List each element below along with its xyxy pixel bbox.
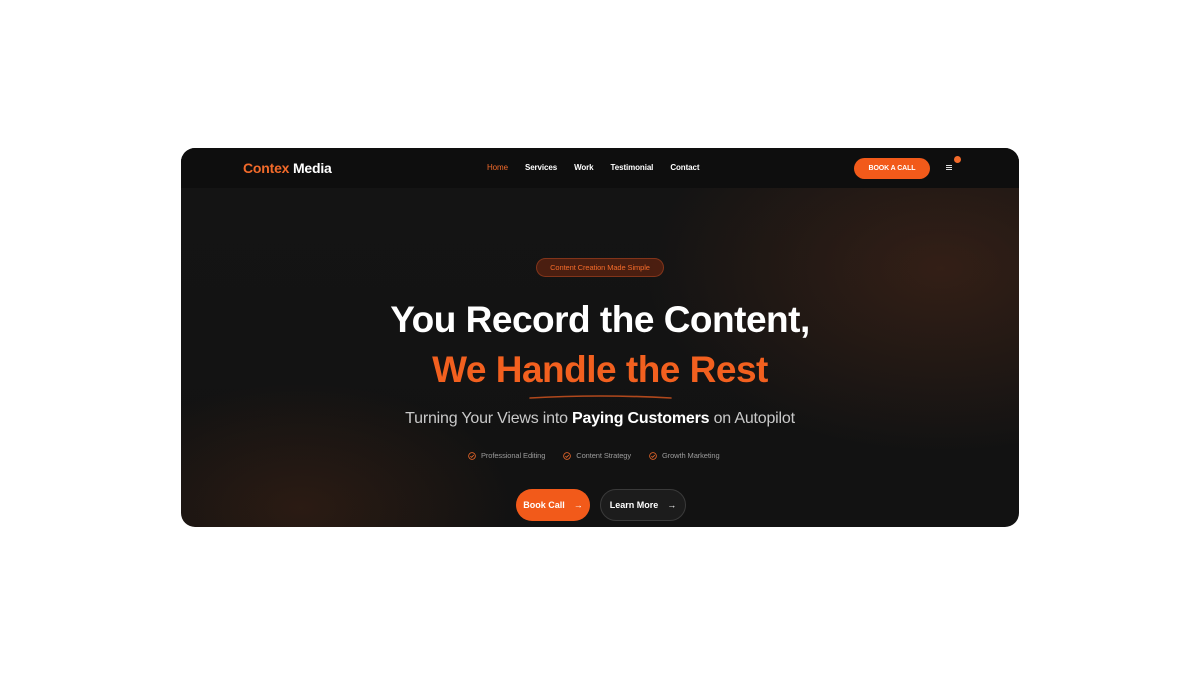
arrow-right-icon: →	[667, 500, 677, 510]
feature-label: Content Strategy	[576, 451, 631, 460]
book-call-label: Book Call	[523, 500, 565, 510]
logo[interactable]: Contex Media	[243, 160, 332, 176]
subheadline-pre: Turning Your Views into	[405, 410, 573, 427]
check-circle-icon	[649, 451, 657, 460]
nav-links: Home Services Work Testimonial Contact	[487, 163, 716, 172]
logo-media: Media	[292, 160, 332, 176]
nav-link-contact[interactable]: Contact	[670, 163, 699, 172]
nav-link-testimonial[interactable]: Testimonial	[611, 163, 654, 172]
headline-underline-decoration	[529, 395, 672, 399]
feature-item: Content Strategy	[563, 451, 631, 460]
website-preview-frame: Contex Media Home Services Work Testimon…	[181, 148, 1019, 527]
feature-item: Professional Editing	[468, 451, 545, 460]
nav-link-services[interactable]: Services	[525, 163, 557, 172]
hero-headline-line2: We Handle the Rest	[432, 349, 768, 390]
check-circle-icon	[563, 451, 572, 460]
hero-badge: Content Creation Made Simple	[536, 258, 664, 277]
hamburger-icon[interactable]	[944, 162, 956, 174]
nav-link-home[interactable]: Home	[487, 163, 508, 172]
hero-headline-line1: You Record the Content,	[390, 299, 810, 340]
feature-item: Growth Marketing	[649, 451, 720, 460]
arrow-right-icon: →	[573, 500, 583, 510]
check-circle-icon	[468, 451, 476, 460]
feature-label: Professional Editing	[481, 451, 546, 460]
subheadline-post: on Autopilot	[709, 410, 795, 427]
book-call-button[interactable]: Book Call →	[516, 489, 590, 521]
hero-subheadline: Turning Your Views into Paying Customers…	[181, 410, 1019, 428]
logo-brand: Contex	[243, 160, 290, 176]
notification-dot	[954, 156, 961, 163]
subheadline-bold: Paying Customers	[572, 410, 710, 427]
nav-link-work[interactable]: Work	[574, 163, 594, 172]
book-a-call-button[interactable]: BOOK A CALL	[854, 158, 930, 179]
learn-more-button[interactable]: Learn More →	[600, 489, 686, 521]
feature-label: Growth Marketing	[661, 451, 720, 460]
navbar: Contex Media Home Services Work Testimon…	[181, 148, 1019, 188]
feature-list: Professional Editing Content Strategy Gr…	[468, 451, 738, 460]
learn-more-label: Learn More	[609, 500, 659, 510]
